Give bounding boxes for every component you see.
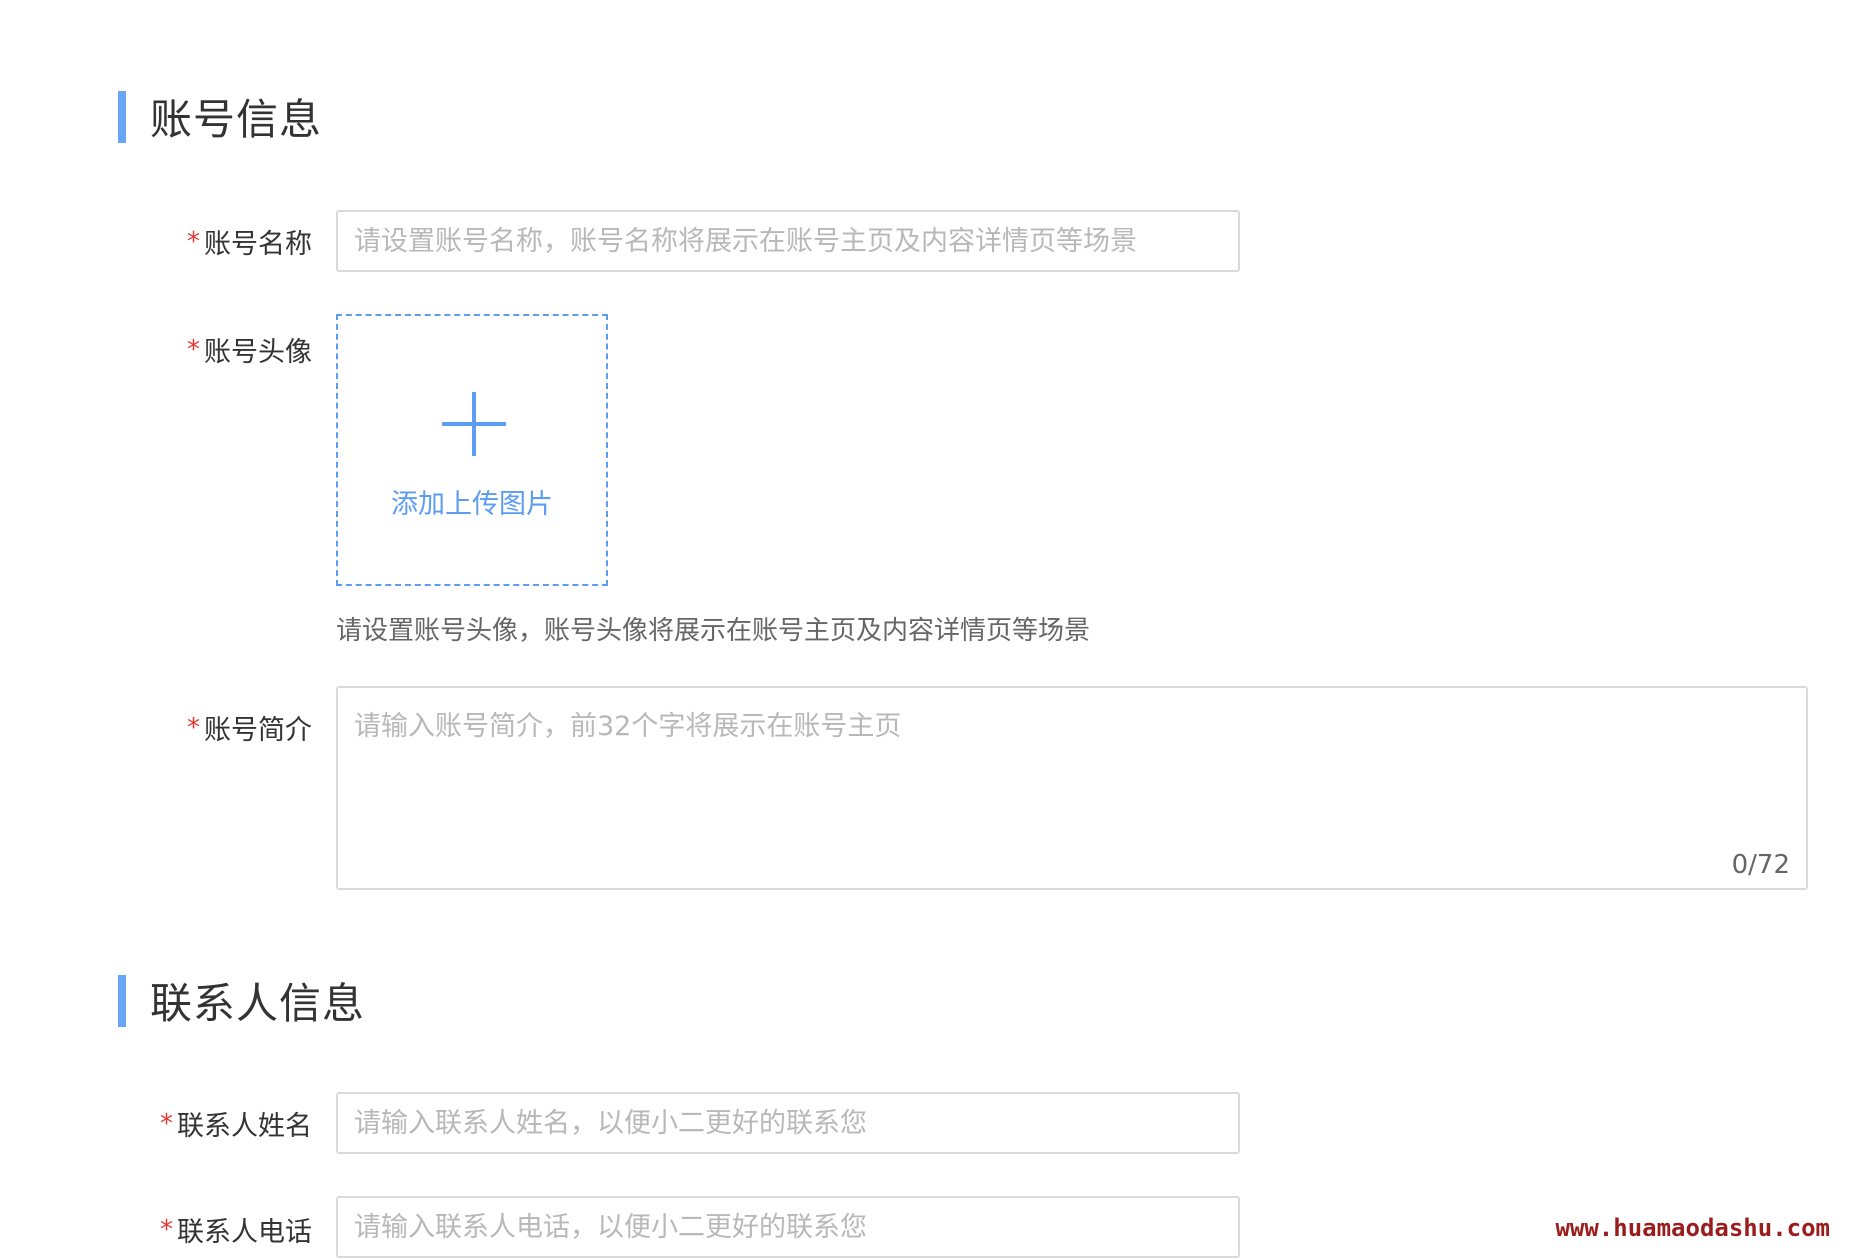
contact-name-input[interactable]: [336, 1092, 1240, 1154]
account-name-input[interactable]: [336, 210, 1240, 272]
account-intro-field: 0/72: [336, 686, 1808, 890]
watermark-text: www.huamaodashu.com: [1555, 1214, 1830, 1242]
char-counter: 0/72: [1731, 850, 1790, 880]
field-label-text: 联系人姓名: [177, 1111, 312, 1142]
contact-name-label: * 联系人姓名: [160, 1104, 312, 1143]
account-intro-label: * 账号简介: [187, 708, 312, 747]
field-label-text: 联系人电话: [177, 1217, 312, 1248]
account-intro-textarea[interactable]: [338, 688, 1806, 888]
required-mark: *: [187, 712, 200, 743]
field-label-text: 账号头像: [204, 337, 312, 368]
section-title: 联系人信息: [150, 979, 366, 1028]
contact-phone-label: * 联系人电话: [160, 1210, 312, 1249]
section-accent-bar: [118, 90, 126, 143]
required-mark: *: [187, 334, 200, 365]
account-name-label: * 账号名称: [187, 222, 312, 261]
required-mark: *: [160, 1214, 173, 1245]
section-title: 账号信息: [150, 95, 323, 144]
field-label-text: 账号简介: [204, 715, 312, 746]
field-label-text: 账号名称: [204, 229, 312, 260]
required-mark: *: [160, 1108, 173, 1139]
upload-label: 添加上传图片: [391, 489, 553, 520]
contact-section-header: 联系人信息: [118, 970, 365, 1031]
account-avatar-label: * 账号头像: [187, 330, 312, 369]
account-section-header: 账号信息: [118, 86, 322, 147]
section-accent-bar: [118, 974, 126, 1027]
plus-icon: [442, 392, 506, 456]
avatar-upload-button[interactable]: 添加上传图片: [336, 314, 608, 586]
avatar-helper-text: 请设置账号头像，账号头像将展示在账号主页及内容详情页等场景: [336, 616, 1091, 646]
contact-phone-input[interactable]: [336, 1196, 1240, 1258]
required-mark: *: [187, 226, 200, 257]
